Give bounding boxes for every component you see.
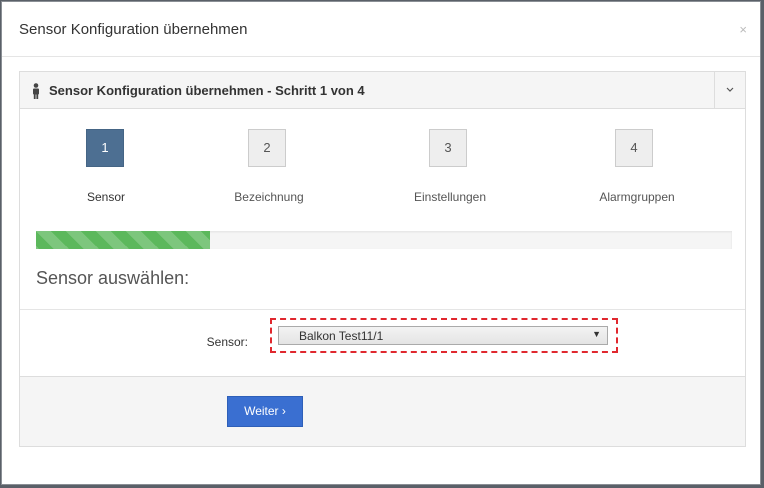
step-2-label: Bezeichnung — [234, 190, 304, 204]
sensor-select-highlight: Balkon Test11/1 ▼ — [270, 318, 618, 353]
modal-dialog: Sensor Konfiguration übernehmen × Sensor… — [1, 1, 761, 485]
step-1-label: Sensor — [86, 190, 126, 204]
wizard-panel: Sensor Konfiguration übernehmen - Schrit… — [19, 71, 746, 447]
section-title: Sensor auswählen: — [36, 268, 190, 288]
collapse-button[interactable] — [714, 72, 745, 108]
step-1-button[interactable]: 1 — [86, 129, 124, 167]
step-3-button[interactable]: 3 — [429, 129, 467, 167]
step-2-button[interactable]: 2 — [248, 129, 286, 167]
sensor-field-label: Sensor: — [206, 335, 248, 349]
sensor-select-value: Balkon Test11/1 — [299, 329, 384, 343]
panel-title: Sensor Konfiguration übernehmen - Schrit… — [49, 83, 365, 98]
panel-heading: Sensor Konfiguration übernehmen - Schrit… — [20, 72, 745, 109]
progress-bar — [36, 231, 732, 249]
panel-footer: Weiter › — [20, 376, 745, 446]
progress-fill — [36, 231, 210, 249]
close-icon[interactable]: × — [739, 22, 747, 37]
dropdown-arrow-icon: ▼ — [592, 329, 601, 339]
step-3-label: Einstellungen — [413, 190, 487, 204]
chevron-down-icon — [726, 87, 734, 92]
divider — [20, 309, 745, 310]
step-4-label: Alarmgruppen — [599, 190, 675, 204]
sensor-select[interactable]: Balkon Test11/1 ▼ — [278, 326, 608, 345]
person-icon — [33, 83, 39, 99]
modal-title: Sensor Konfiguration übernehmen — [19, 21, 248, 38]
next-button[interactable]: Weiter › — [227, 396, 303, 427]
modal-header: Sensor Konfiguration übernehmen × — [2, 2, 760, 57]
step-4-button[interactable]: 4 — [615, 129, 653, 167]
